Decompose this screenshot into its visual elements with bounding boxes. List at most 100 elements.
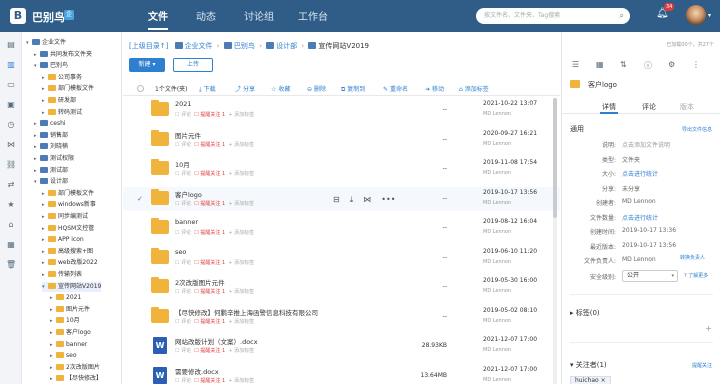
tree-node[interactable]: ▸ 销售部	[34, 131, 68, 141]
nav-tab-files[interactable]: 文件	[148, 8, 168, 23]
tree-node[interactable]: ▸ 传输列表	[42, 270, 82, 280]
add-tag-link[interactable]: + 添加标签	[228, 142, 254, 148]
share-icon[interactable]: ⋈	[363, 195, 371, 204]
breadcrumb-item[interactable]: 巴别鸟	[234, 42, 255, 50]
chevron-down-icon[interactable]: ▾	[708, 12, 711, 19]
add-tag-link[interactable]: + 添加标签	[228, 319, 254, 325]
tree-node[interactable]: ▸ 共同发布文件夹	[34, 50, 92, 60]
settings-icon[interactable]: ⚙	[668, 60, 675, 69]
download-icon[interactable]: ⤓	[350, 195, 354, 204]
share-button[interactable]: ⤴ 分享	[235, 84, 255, 93]
follow-link[interactable]: ☐ 提醒关注 1	[194, 348, 225, 354]
rename-button[interactable]: ✎ 重命名	[383, 84, 408, 93]
info-icon[interactable]: ⓘ	[644, 60, 652, 71]
tab-details[interactable]: 详情	[602, 102, 616, 112]
file-name[interactable]: 网站改版计划（文案）.docx	[175, 336, 258, 346]
file-name[interactable]: 10月	[175, 159, 190, 169]
tree-node[interactable]: ▸ 10月	[50, 316, 80, 326]
more-icon[interactable]: •••	[381, 195, 395, 204]
property-value[interactable]: 点击添加文件说明	[622, 140, 670, 149]
security-level-select[interactable]: 公开 ▾	[622, 270, 678, 282]
select-all-checkbox[interactable]	[137, 85, 144, 92]
trash-icon[interactable]: 🗑︎	[6, 260, 16, 270]
comment-link[interactable]: ☐ 评论	[175, 260, 191, 266]
file-row[interactable]: ✓ 客户logo ☐ 评论 ☐ 提醒关注 1 + 添加标签 ⊟ ⤓ ⋈ ••• -- 2019-…	[123, 186, 560, 211]
add-tag-link[interactable]: + 添加标签	[228, 201, 254, 207]
add-tag-link[interactable]: + 添加标签	[228, 348, 254, 354]
learn-more-link[interactable]: ? 了解更多	[684, 272, 708, 279]
tree-node[interactable]: ▸ APP icon	[42, 235, 84, 245]
nav-tab-discussion[interactable]: 讨论组	[244, 8, 274, 23]
follow-link[interactable]: ☐ 提醒关注 1	[194, 171, 225, 177]
tree-node[interactable]: ▸ 【尽快修改】	[50, 374, 102, 384]
export-info-link[interactable]: 导出文件信息	[682, 126, 712, 133]
inbox-icon[interactable]: ▭	[6, 80, 16, 90]
tree-node[interactable]: ▸ HQSM文控管	[42, 224, 94, 234]
comment-link[interactable]: ☐ 评论	[175, 142, 191, 148]
tree-node[interactable]: ▸ 部门模板文件	[42, 189, 94, 199]
breadcrumb-up-link[interactable]: [上级目录↑]	[129, 42, 168, 50]
add-tag-link[interactable]: + 添加标签	[228, 112, 254, 118]
file-row[interactable]: 图片元件 ☐ 评论 ☐ 提醒关注 1 + 添加标签 -- 2020-09-27 16:…	[123, 128, 560, 152]
tree-node[interactable]: ▸ 2021	[50, 293, 81, 303]
tree-node[interactable]: ▸ 高级搜索+图	[42, 247, 93, 257]
search-input[interactable]: 按文件名、文件夹、Tag搜索 ⌕	[476, 8, 630, 24]
enterprise-files-icon[interactable]: ▥	[6, 60, 16, 70]
follow-link[interactable]: ☐ 提醒关注 1	[194, 378, 225, 384]
property-value[interactable]: 点击进行统计	[622, 169, 658, 178]
tree-node[interactable]: ▾ 企业文件	[26, 38, 66, 48]
collect-button[interactable]: ☆ 收藏	[271, 84, 290, 93]
tree-node[interactable]: ▸ web改版2022	[42, 258, 98, 268]
file-row[interactable]: W 需要修改.docx ☐ 评论 ☐ 提醒关注 1 + 添加标签 13.64MB 202…	[123, 364, 560, 384]
comment-link[interactable]: ☐ 评论	[175, 378, 191, 384]
add-tag-link[interactable]: + 添加标签	[228, 171, 254, 177]
check-icon[interactable]: ✓	[137, 195, 143, 203]
file-row[interactable]: 【尽快修改】何鹏辛推上海函警信息科技有限公司 ☐ 评论 ☐ 提醒关注 1 + 添加…	[123, 305, 560, 329]
sort-icon[interactable]: ⇅	[620, 60, 627, 69]
tab-comments[interactable]: 评论	[642, 102, 656, 112]
comment-link[interactable]: ☐ 评论	[175, 319, 191, 325]
scrollbar-thumb[interactable]	[553, 98, 557, 218]
tree-node[interactable]: ▾ 宣传网站V2019	[42, 281, 102, 292]
tree-node[interactable]: ▸ windows新事	[42, 200, 96, 210]
tree-node[interactable]: ▸ banner	[50, 340, 87, 350]
file-name[interactable]: 2021	[175, 100, 192, 108]
comment-link[interactable]: ☐ 评论	[175, 201, 191, 207]
add-tag-link[interactable]: + 添加标签	[228, 230, 254, 236]
tree-node[interactable]: ▸ 转码测试	[42, 108, 82, 118]
add-tag-button[interactable]: ⌂ 添加标签	[459, 84, 489, 93]
logo-icon[interactable]: B	[10, 8, 26, 24]
file-name[interactable]: 2次改版图片元件	[175, 277, 225, 287]
more-icon[interactable]: ⋮	[692, 60, 700, 69]
add-tag-icon[interactable]: +	[705, 324, 712, 333]
add-tag-link[interactable]: + 添加标签	[228, 378, 254, 384]
follow-link[interactable]: ☐ 提醒关注 1	[194, 142, 225, 148]
grid-view-icon[interactable]: ▦	[596, 60, 604, 69]
breadcrumb-item[interactable]: 企业文件	[185, 42, 213, 50]
share-icon[interactable]: ⋈	[6, 140, 16, 150]
nav-tab-workbench[interactable]: 工作台	[298, 8, 328, 23]
breadcrumb-item[interactable]: 设计部	[276, 42, 297, 50]
tree-node[interactable]: ▸ ceshi	[34, 119, 66, 129]
personal-files-icon[interactable]: ▤	[6, 40, 16, 50]
tree-node[interactable]: ▸ 部门模板文件	[42, 84, 94, 94]
download-button[interactable]: ⤓ 下载	[199, 84, 216, 94]
tree-node[interactable]: ▾ 巴别鸟	[34, 61, 68, 71]
file-row[interactable]: 10月 ☐ 评论 ☐ 提醒关注 1 + 添加标签 -- 2019-11-08 17:5…	[123, 157, 560, 181]
file-name[interactable]: 图片元件	[175, 130, 201, 140]
group-icon[interactable]: ▣	[6, 100, 16, 110]
tree-node[interactable]: ▸ 研发部	[42, 96, 76, 106]
list-view-icon[interactable]: ☰	[572, 60, 579, 69]
recent-icon[interactable]: ◷	[6, 120, 16, 130]
tab-versions[interactable]: 版本	[680, 102, 694, 112]
file-name[interactable]: seo	[175, 248, 186, 256]
file-row[interactable]: W 网站改版计划（文案）.docx ☐ 评论 ☐ 提醒关注 1 + 添加标签 28.9…	[123, 334, 560, 358]
tree-node[interactable]: ▸ seo	[50, 351, 77, 361]
follower-tag[interactable]: huichao ×	[570, 376, 611, 384]
tree-node[interactable]: ▸ 公司事务	[42, 73, 82, 83]
move-button[interactable]: ➜ 移动	[425, 84, 444, 93]
property-value[interactable]: 点击进行统计	[622, 213, 658, 222]
tree-node[interactable]: ▸ 刘晓楠	[34, 142, 68, 152]
file-name[interactable]: banner	[175, 218, 198, 226]
add-follower-link[interactable]: 提醒关注	[692, 362, 712, 369]
